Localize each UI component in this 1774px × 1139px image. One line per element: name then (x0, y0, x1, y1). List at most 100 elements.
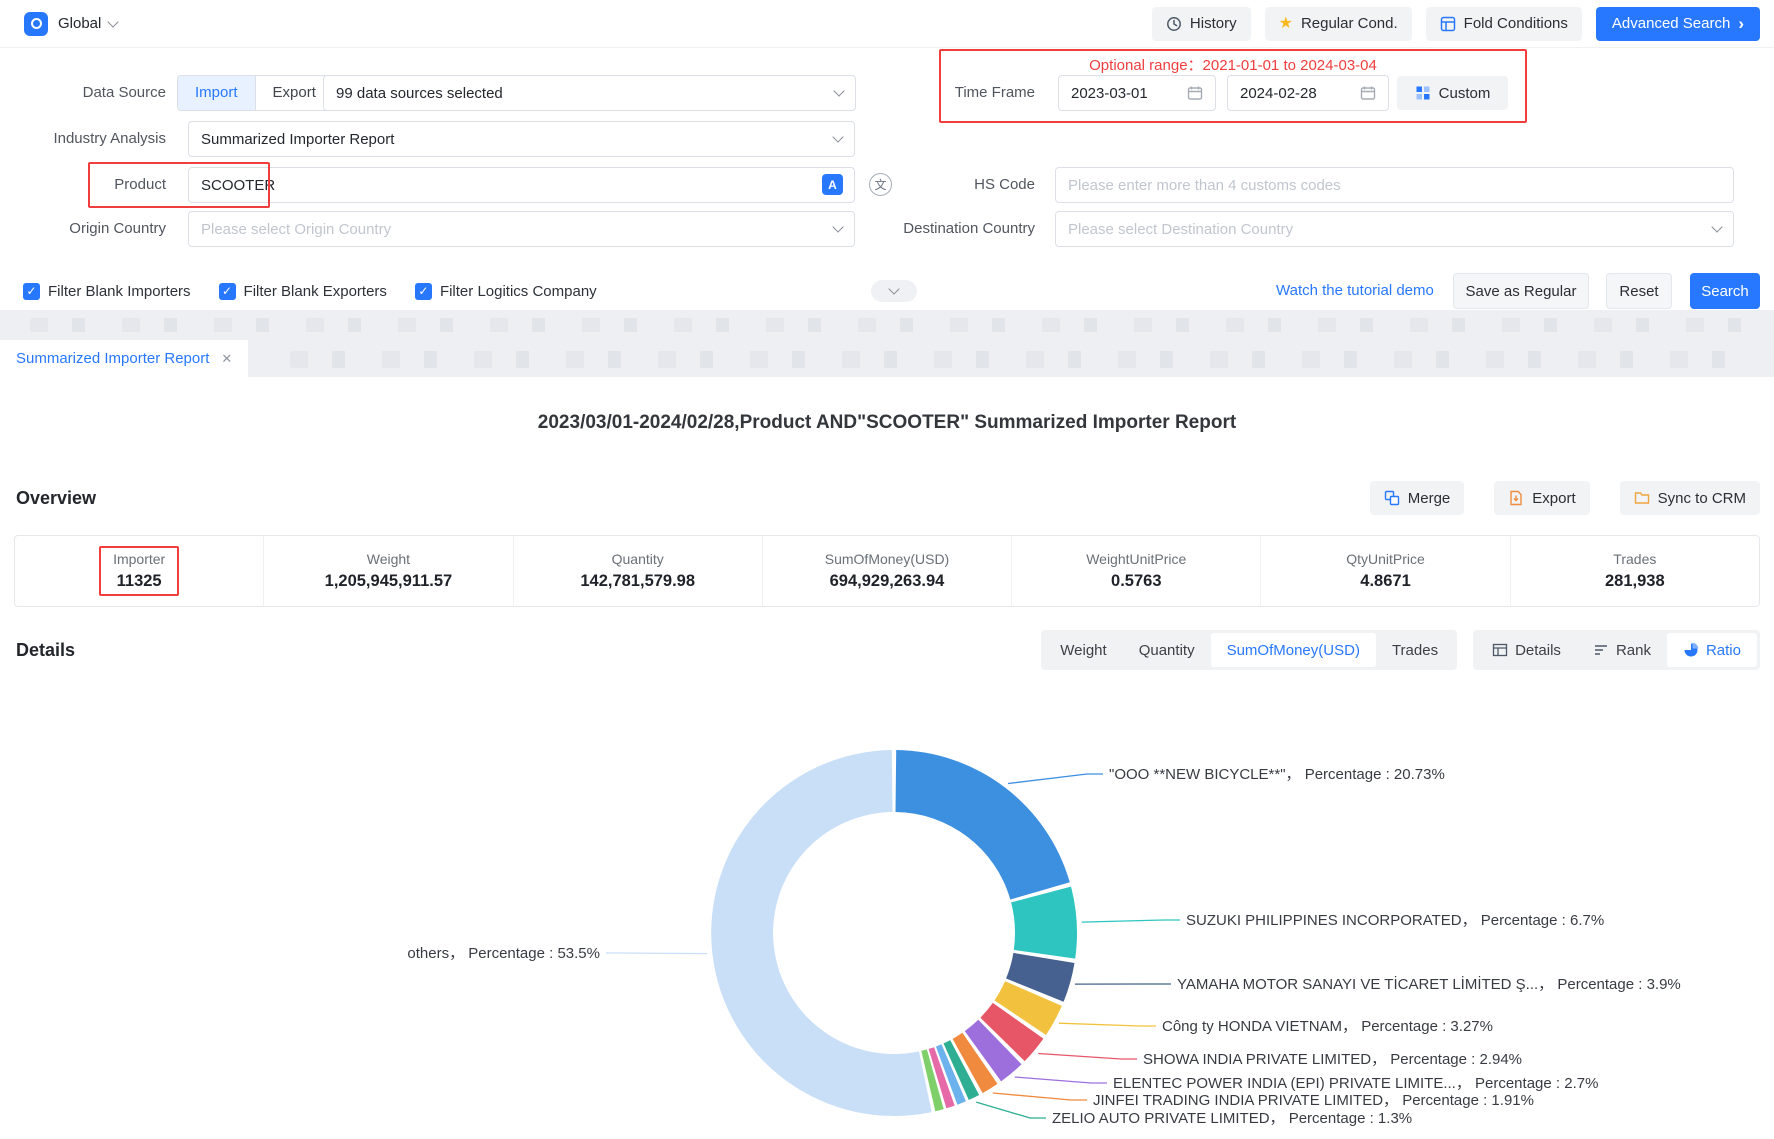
fold-conditions-label: Fold Conditions (1464, 15, 1568, 32)
save-as-regular-button[interactable]: Save as Regular (1453, 273, 1589, 309)
details-header: Details Weight Quantity SumOfMoney(USD) … (16, 630, 1760, 670)
stat-weight: Weight 1,205,945,911.57 (263, 536, 512, 606)
overview-actions: Merge Export Sync to CRM (1370, 481, 1760, 515)
export-tab[interactable]: Export (255, 76, 333, 110)
fold-conditions-icon (1440, 16, 1456, 32)
merge-button[interactable]: Merge (1370, 481, 1465, 515)
close-icon[interactable]: ✕ (221, 351, 232, 367)
chevron-down-icon (108, 16, 119, 27)
region-label: Global (58, 15, 101, 32)
export-button[interactable]: Export (1494, 481, 1589, 515)
export-tab-label: Export (273, 84, 316, 101)
end-date-input[interactable]: 2024-02-28 (1227, 75, 1389, 111)
filter-logistics-company-checkbox[interactable]: ✓ Filter Logitics Company (415, 283, 597, 300)
data-source-label: Data Source (0, 75, 166, 111)
tab-trades[interactable]: Trades (1376, 633, 1454, 667)
sync-to-crm-button[interactable]: Sync to CRM (1620, 481, 1760, 515)
language-icon[interactable]: 文 (869, 173, 892, 196)
regular-cond-label: Regular Cond. (1301, 15, 1398, 32)
filter-blank-exporters-checkbox[interactable]: ✓ Filter Blank Exporters (219, 283, 387, 300)
tutorial-demo-link[interactable]: Watch the tutorial demo (1276, 273, 1434, 309)
pie-label-line (1008, 774, 1103, 784)
advanced-search-button[interactable]: Advanced Search › (1596, 7, 1760, 41)
stat-qty-unit-price: QtyUnitPrice 4.8671 (1260, 536, 1509, 606)
search-button[interactable]: Search (1690, 273, 1760, 309)
merge-label: Merge (1408, 490, 1451, 507)
translate-icon[interactable]: A (822, 174, 843, 195)
product-input[interactable] (188, 167, 855, 203)
view-details-label: Details (1515, 642, 1561, 659)
stat-weight-unit-price: WeightUnitPrice 0.5763 (1011, 536, 1260, 606)
regular-cond-button[interactable]: ★ Regular Cond. (1265, 7, 1412, 41)
pie-slice[interactable] (896, 750, 1070, 900)
pie-slice[interactable] (1011, 887, 1077, 959)
region-selector[interactable]: Global (58, 15, 117, 32)
chevron-down-icon (888, 283, 899, 294)
stat-label: Quantity (580, 551, 695, 567)
import-tab[interactable]: Import (178, 76, 255, 110)
stat-label: Trades (1605, 551, 1665, 567)
fold-conditions-button[interactable]: Fold Conditions (1426, 7, 1582, 41)
pie-label: "OOO **NEW BICYCLE**"， Percentage : 20.7… (1109, 766, 1445, 783)
sync-to-crm-label: Sync to CRM (1658, 490, 1746, 507)
data-sources-select[interactable]: 99 data sources selected (323, 75, 856, 111)
start-date-input[interactable]: 2023-03-01 (1058, 75, 1216, 111)
stat-value: 11325 (113, 572, 165, 591)
custom-range-label: Custom (1439, 85, 1491, 102)
destination-country-select[interactable]: Please select Destination Country (1055, 211, 1734, 247)
metric-tab-group: Weight Quantity SumOfMoney(USD) Trades (1041, 630, 1457, 670)
overview-header: Overview Merge Export Sync (16, 481, 1760, 515)
checkbox-checked-icon: ✓ (219, 283, 236, 300)
pie-label: Công ty HONDA VIETNAM， Percentage : 3.27… (1162, 1018, 1493, 1035)
history-button[interactable]: History (1152, 7, 1251, 41)
stat-importer: Importer 11325 (15, 536, 263, 606)
chevron-right-icon: › (1738, 15, 1744, 32)
view-ratio-tab[interactable]: Ratio (1667, 633, 1757, 667)
stat-value: 142,781,579.98 (580, 572, 695, 591)
reset-button[interactable]: Reset (1606, 273, 1672, 309)
custom-range-button[interactable]: Custom (1397, 76, 1508, 110)
hs-code-input[interactable] (1055, 167, 1734, 203)
filter-blank-importers-checkbox[interactable]: ✓ Filter Blank Importers (23, 283, 191, 300)
stat-label: WeightUnitPrice (1086, 551, 1186, 567)
pie-label-line (993, 1093, 1087, 1100)
calendar-icon (1187, 85, 1203, 101)
origin-country-select[interactable]: Please select Origin Country (188, 211, 855, 247)
rank-icon (1593, 642, 1609, 658)
tab-sum-of-money[interactable]: SumOfMoney(USD) (1211, 633, 1376, 667)
chevron-down-icon (1711, 221, 1722, 232)
pie-label: others， Percentage : 53.5% (407, 945, 600, 962)
collapse-form-button[interactable] (871, 280, 917, 302)
pie-label: JINFEI TRADING INDIA PRIVATE LIMITED， Pe… (1093, 1092, 1534, 1109)
stat-value: 1,205,945,911.57 (325, 572, 453, 591)
end-date-value: 2024-02-28 (1240, 85, 1360, 102)
chevron-down-icon (833, 85, 844, 96)
industry-analysis-value: Summarized Importer Report (201, 131, 826, 148)
tab-quantity[interactable]: Quantity (1123, 633, 1211, 667)
tab-summarized-importer-report[interactable]: Summarized Importer Report ✕ (0, 340, 248, 377)
industry-analysis-select[interactable]: Summarized Importer Report (188, 121, 855, 157)
details-controls: Weight Quantity SumOfMoney(USD) Trades D… (1041, 630, 1760, 670)
filter-checkbox-row: ✓ Filter Blank Importers ✓ Filter Blank … (23, 273, 597, 309)
stat-sum-of-money: SumOfMoney(USD) 694,929,263.94 (762, 536, 1011, 606)
checkbox-checked-icon: ✓ (415, 283, 432, 300)
crm-folder-icon (1634, 490, 1650, 506)
tab-weight[interactable]: Weight (1044, 633, 1122, 667)
export-label: Export (1532, 490, 1575, 507)
view-details-tab[interactable]: Details (1476, 633, 1577, 667)
topbar-actions: History ★ Regular Cond. Fold Conditions … (1152, 7, 1760, 41)
start-date-value: 2023-03-01 (1071, 85, 1187, 102)
ratio-chart-section: "OOO **NEW BICYCLE**"， Percentage : 20.7… (0, 672, 1774, 1139)
stat-value: 281,938 (1605, 572, 1665, 591)
origin-country-label: Origin Country (0, 211, 166, 247)
pie-label-line (1038, 1054, 1137, 1060)
star-icon: ★ (1279, 16, 1293, 32)
app-logo-icon[interactable] (24, 12, 48, 36)
pie-label-line (1015, 1077, 1107, 1083)
view-tab-group: Details Rank Ratio (1473, 630, 1760, 670)
pie-label: SHOWA INDIA PRIVATE LIMITED， Percentage … (1143, 1051, 1522, 1068)
import-tab-label: Import (195, 84, 238, 101)
destination-country-label: Destination Country (869, 211, 1035, 247)
chevron-down-icon (832, 131, 843, 142)
view-rank-tab[interactable]: Rank (1577, 633, 1667, 667)
